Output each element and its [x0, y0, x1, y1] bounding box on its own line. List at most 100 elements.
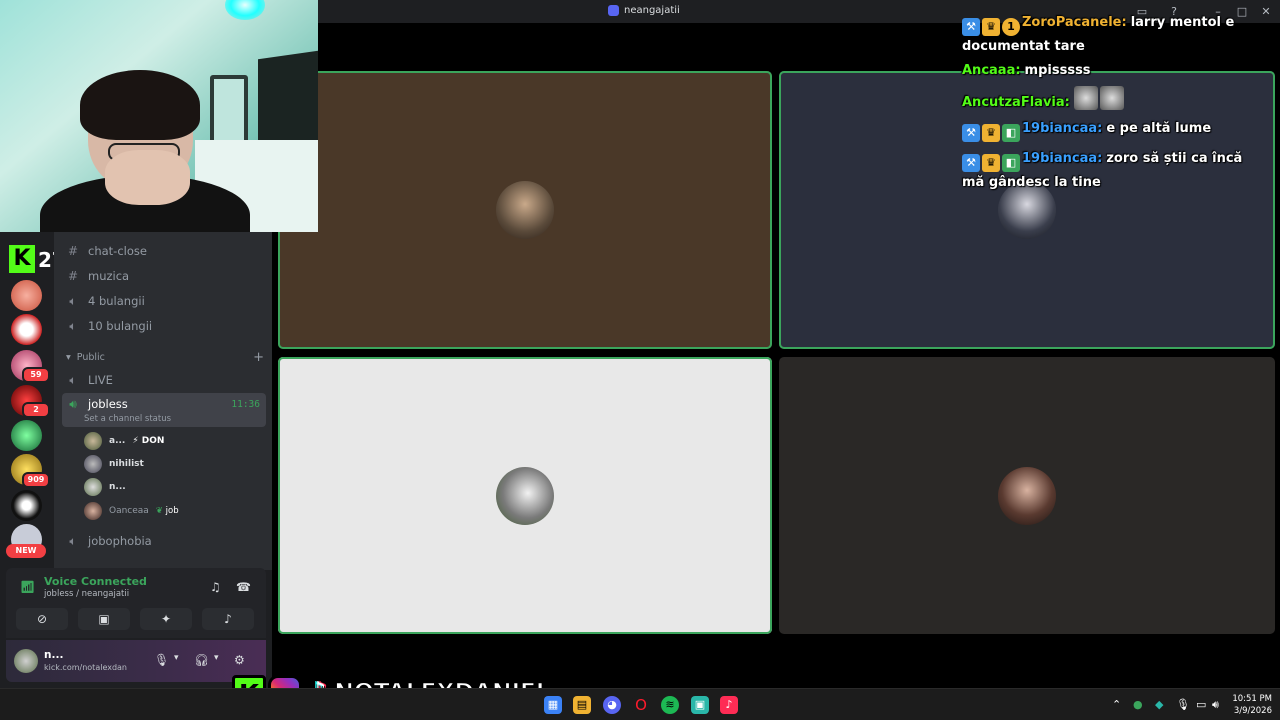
tray-app-icon[interactable]: ● [1133, 698, 1143, 711]
crown-badge-icon: ♛ [982, 124, 1000, 142]
participant-avatar [496, 466, 554, 525]
channel-name: LIVE [88, 373, 113, 387]
participant-avatar [496, 181, 554, 239]
screen-share-button[interactable]: ▣ [78, 608, 130, 630]
chevron-down-icon: ▾ [66, 352, 71, 363]
signal-icon[interactable]: 📶︎ [20, 580, 35, 594]
soundboard-button[interactable]: ♪ [202, 608, 254, 630]
og-badge-icon: ◧ [1002, 154, 1020, 172]
voice-status[interactable]: Voice Connected [44, 575, 147, 588]
channel-timer: 11:36 [231, 399, 260, 410]
participant-tile-3[interactable] [278, 357, 772, 634]
channel-list: # chat-close # muzica 🔈︎ 4 bulangii 🔈︎ 1… [54, 232, 272, 570]
kick-logo-icon: K [9, 245, 35, 273]
noise-suppression-icon[interactable]: ♫ [210, 580, 221, 594]
server-icon[interactable] [11, 420, 42, 451]
window-title: neangajatii [608, 5, 680, 16]
server-icon[interactable] [11, 314, 42, 345]
chat-text: mpisssss [1024, 63, 1091, 78]
avatar [84, 432, 102, 450]
voice-location[interactable]: jobless / neangajatii [44, 589, 129, 599]
text-channel-icon: # [67, 244, 79, 258]
channel-status[interactable]: Set a channel status [84, 414, 171, 424]
speaker-icon: 🔈︎ [69, 372, 77, 387]
chevron-down-icon[interactable]: ▾ [174, 653, 179, 663]
voice-user-name: a... [109, 436, 126, 446]
chevron-up-icon[interactable]: ⌃ [1112, 698, 1121, 711]
camera-off-button[interactable]: ⊘ [16, 608, 68, 630]
avatar[interactable] [14, 649, 38, 673]
participant-tile-4[interactable] [779, 357, 1275, 634]
server-icon[interactable] [11, 490, 42, 521]
moderator-badge-icon: ⚒ [962, 18, 980, 36]
window-title-text: neangajatii [624, 5, 680, 16]
webcam-person-hair [80, 70, 200, 140]
voice-user-name: nihilist [109, 459, 144, 469]
user-status: kick.com/notalexdan [44, 663, 128, 672]
channel-muzica[interactable]: # muzica [62, 264, 266, 288]
voice-user-name: Oanceaa [109, 506, 149, 516]
voice-user-tag: ❦ job [156, 506, 179, 516]
opera-icon[interactable]: O [632, 696, 650, 714]
user-name[interactable]: n... [44, 649, 63, 661]
network-icon[interactable]: ▭ [1196, 698, 1206, 711]
voice-user-tag-text: job [165, 506, 179, 516]
voice-user[interactable]: a... ⚡ DON [84, 430, 164, 452]
chat-message: ⚒ ♛ ◧ 19biancaa: e pe altă lume [962, 118, 1262, 142]
activities-button[interactable]: ✦ [140, 608, 192, 630]
channel-chat-close[interactable]: # chat-close [62, 239, 266, 263]
webcam-person-hands [105, 150, 190, 205]
speaker-icon: 🔈︎ [69, 293, 77, 308]
avatar [84, 455, 102, 473]
microphone-icon[interactable]: 🎙︎ [1176, 698, 1190, 711]
clock-date: 3/9/2026 [1233, 706, 1272, 716]
channel-10-bulangii[interactable]: 🔈︎ 10 bulangii [62, 314, 266, 338]
voice-user[interactable]: nihilist [84, 453, 144, 475]
notification-badge: 2 [22, 402, 50, 418]
screen: neangajatii ▭ ? – □ ✕ K 27 59 2 909 NEW … [0, 0, 1280, 720]
chevron-down-icon[interactable]: ▾ [214, 653, 219, 663]
voice-user[interactable]: n... [84, 476, 126, 498]
headphones-icon[interactable]: 🎧︎ [194, 653, 209, 667]
file-explorer-icon[interactable]: ▤ [573, 696, 591, 714]
chat-message: ⚒ ♛ ◧ 19biancaa: zoro să știi ca încă mă gân… [962, 148, 1262, 193]
chat-user: 19biancaa: [1022, 151, 1103, 166]
text-channel-icon: # [67, 269, 79, 283]
disconnect-icon[interactable]: ☎ [236, 580, 251, 594]
server-logo-icon [608, 5, 619, 16]
channel-name: jobless [88, 397, 128, 411]
crown-badge-icon: ♛ [982, 154, 1000, 172]
spotify-icon[interactable]: ≋ [661, 696, 679, 714]
channel-name: 4 bulangii [88, 294, 145, 308]
discord-icon[interactable]: ◕ [603, 696, 621, 714]
obs-icon[interactable]: ▣ [691, 696, 709, 714]
voice-user-tag: ⚡ DON [132, 436, 165, 446]
tiktok-icon[interactable]: ♪ [720, 696, 738, 714]
voice-user[interactable]: Oanceaa ❦ job [84, 500, 179, 522]
channel-4-bulangii[interactable]: 🔈︎ 4 bulangii [62, 289, 266, 313]
start-icon[interactable]: ▦ [544, 696, 562, 714]
tray-app-icon[interactable]: ◆ [1155, 698, 1163, 711]
avatar [84, 478, 102, 496]
channel-live[interactable]: 🔈︎ LIVE [62, 368, 266, 392]
clock-time: 10:51 PM [1232, 694, 1272, 704]
participant-tile-1[interactable] [278, 71, 772, 349]
voice-user-name: n... [109, 482, 126, 492]
microphone-icon[interactable]: 🎙︎ [154, 653, 169, 667]
subscriber-badge-icon: 1 [1002, 18, 1020, 36]
server-icon[interactable] [11, 280, 42, 311]
crown-badge-icon: ♛ [982, 18, 1000, 36]
emote-icon [1073, 86, 1098, 110]
channel-jobless[interactable]: 🔊︎ jobless 11:36 Set a channel status [62, 393, 266, 427]
clock[interactable]: 10:51 PM 3/9/2026 [1228, 693, 1272, 717]
avatar [84, 502, 102, 520]
voice-panel: 📶︎ Voice Connected jobless / neangajatii… [6, 568, 266, 638]
category-public[interactable]: ▾ Public + [66, 350, 266, 365]
volume-icon[interactable]: 🔊︎ [1212, 698, 1219, 712]
add-channel-icon[interactable]: + [253, 350, 264, 365]
chat-message: Ancaaa: mpisssss [962, 60, 1262, 81]
og-badge-icon: ◧ [1002, 124, 1020, 142]
chat-message: AncutzaFlavia: [962, 86, 1262, 113]
channel-jobophobia[interactable]: 🔈︎ jobophobia [62, 529, 266, 553]
gear-icon[interactable]: ⚙ [234, 653, 245, 667]
